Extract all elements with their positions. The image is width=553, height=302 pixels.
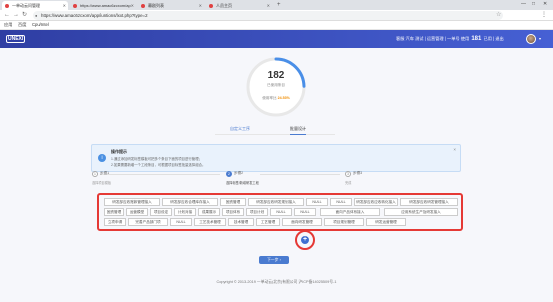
step-number: 1 [92, 171, 98, 177]
close-tab-icon[interactable]: ✕ [131, 1, 134, 10]
bookmarks-bar: 应用 百度 Cpu/Intel [0, 21, 553, 30]
browser-menu-icon[interactable]: ⋮ [541, 11, 547, 20]
url-input[interactable]: ● https://www.amac6zcxom/app/iuntions/lx… [33, 11, 503, 20]
tip-line: 1.通过添加研发标签模板可把多个条目下面的项目进行管理； [111, 157, 202, 161]
close-icon[interactable]: × [453, 147, 456, 152]
tag-chip[interactable]: 研发部应收应收转化接入 [354, 198, 398, 206]
usage-count-label: 已使用条目 [267, 83, 285, 87]
tag-chip[interactable]: 工艺技术管理 [194, 218, 226, 226]
browser-tab-1[interactable]: 一单动云问管理 ✕ [2, 1, 68, 10]
user-info: 客服 汽车 测试 | 运营管理 | 一单号 使用 181 已用 | 退出 [396, 30, 504, 48]
tag-chip[interactable]: 研发部应收账款管理接入 [104, 198, 160, 206]
tag-chip[interactable]: 技术管理 [228, 218, 254, 226]
close-window-button[interactable]: ✕ [543, 0, 547, 9]
user-count: 181 [471, 36, 482, 42]
bookmark-cpu[interactable]: Cpu/Intel [32, 21, 49, 29]
usage-count: 182 [267, 70, 285, 81]
tip-line: 2.如果需要新增一个工段条目，可根据项目标签批量选择组合。 [111, 163, 206, 167]
step-label: 步骤3 [353, 171, 363, 175]
bookmark-baidu[interactable]: 百度 [18, 21, 26, 29]
minimize-button[interactable]: — [521, 0, 526, 9]
step-number: 3 [345, 171, 351, 177]
tag-chip[interactable]: 项目设定 [150, 208, 172, 216]
avatar[interactable] [526, 34, 536, 44]
tag-chip[interactable]: 固资管理 [220, 198, 246, 206]
next-step-button[interactable]: 下一步 › [259, 256, 289, 264]
browser-tab-bar: 一单动云问管理 ✕ https://www.amac6zcxom/ap ✕ 幕剧… [0, 0, 553, 10]
browser-tab-title: 幕剧列表 [148, 3, 164, 8]
back-icon[interactable]: ← [4, 11, 10, 20]
step-desc: 选择标签/新增研发工段 [226, 181, 259, 185]
step-connector [100, 174, 220, 175]
tag-chip[interactable]: 完善产品部门项 [128, 218, 168, 226]
tag-chip[interactable]: 项目规划管理 [324, 218, 364, 226]
url-text: https://www.amac6zcxom/app/iuntions/lxxt… [41, 13, 148, 18]
tab-divider [215, 134, 335, 135]
browser-tab-2[interactable]: https://www.amac6zcxom/ap ✕ [70, 1, 136, 10]
tag-chip[interactable]: 研发部应收研发管理接入 [400, 198, 458, 206]
tag-chip[interactable]: 运营模型 [126, 208, 148, 216]
tag-chip[interactable]: 面向研发管理 [282, 218, 322, 226]
tag-chip[interactable]: 项目计划 [246, 208, 268, 216]
copyright-footer: Copyright © 2013-2019 一单动云(北京)有限公司 沪ICP备… [216, 280, 337, 284]
browser-tab-4[interactable]: 人员主页 ✕ [206, 1, 272, 10]
chevron-down-icon[interactable]: ▾ [539, 36, 541, 41]
browser-tab-title: 人员主页 [216, 3, 232, 8]
tag-chip[interactable]: NULL [294, 208, 316, 216]
address-bar-row: ← → ↻ ● https://www.amac6zcxom/app/iunti… [0, 10, 553, 21]
browser-tab-title: https://www.amac6zcxom/ap [80, 3, 131, 8]
step-desc: 选择项目模板 [92, 181, 112, 185]
tag-chip[interactable]: 研发部应收合理库存接入 [162, 198, 218, 206]
step-number: 2 [226, 171, 232, 177]
tag-chip[interactable]: NULL [270, 208, 292, 216]
tag-chip[interactable]: 工艺管理 [256, 218, 280, 226]
tag-chip[interactable]: NULL [170, 218, 192, 226]
bookmark-star-icon[interactable]: ☆ [496, 11, 501, 20]
add-tag-button[interactable]: + [301, 236, 309, 244]
close-tab-icon[interactable]: ✕ [199, 1, 202, 10]
tag-chip[interactable]: 成果展示 [198, 208, 220, 216]
tag-chip[interactable]: 研发运营管理 [366, 218, 406, 226]
tag-chip[interactable]: 研发部应收研发规划接入 [248, 198, 304, 206]
app-header: UNEXI 客服 汽车 测试 | 运营管理 | 一单号 使用 181 已用 | … [0, 30, 553, 48]
tag-chip[interactable]: 应用系统生产及研发接入 [384, 208, 458, 216]
tag-chip[interactable]: 面向产品体系接入 [320, 208, 380, 216]
usage-percent-label: 使用率比 [262, 96, 277, 100]
reload-icon[interactable]: ↻ [22, 11, 27, 20]
maximize-button[interactable]: □ [532, 0, 535, 9]
browser-tab-title: 一单动云问管理 [12, 3, 40, 8]
user-info-prefix: 客服 汽车 测试 | 运营管理 | 一单号 使用 [396, 36, 470, 41]
usage-percent: 使用率比 24.53% [245, 96, 307, 101]
forward-icon[interactable]: → [13, 11, 19, 20]
app-logo[interactable]: UNEXI [6, 35, 26, 43]
browser-tab-3[interactable]: 幕剧列表 ✕ [138, 1, 204, 10]
close-tab-icon[interactable]: ✕ [267, 1, 270, 10]
site-favicon-icon [209, 4, 213, 8]
new-tab-button[interactable]: + [277, 1, 281, 9]
site-favicon-icon [5, 4, 9, 8]
tag-chip[interactable]: 计划对接 [174, 208, 196, 216]
tab-custom-process[interactable]: 自定义工序 [230, 126, 250, 132]
tag-chip[interactable]: NULL [306, 198, 328, 206]
tag-chip[interactable]: 项目体系 [222, 208, 244, 216]
tip-title: 操作提示 [111, 149, 127, 154]
close-tab-icon[interactable]: ✕ [63, 1, 66, 10]
tag-chip[interactable]: NULL [330, 198, 352, 206]
bookmark-apps[interactable]: 应用 [4, 21, 12, 29]
tag-chip[interactable]: 固资管理 [104, 208, 124, 216]
lock-icon: ● [35, 13, 38, 18]
step-label: 步骤1 [100, 171, 110, 175]
operation-tip: i 操作提示 1.通过添加研发标签模板可把多个条目下面的项目进行管理； 2.如果… [91, 144, 461, 172]
site-favicon-icon [73, 4, 77, 8]
site-favicon-icon [141, 4, 145, 8]
step-connector [260, 174, 340, 175]
tab-batch-design[interactable]: 批量设计 [290, 126, 306, 135]
info-icon: i [98, 154, 106, 162]
step-label: 步骤2 [234, 171, 244, 175]
user-info-suffix[interactable]: 已用 | 退出 [484, 36, 504, 41]
usage-percent-value: 24.53% [277, 96, 290, 100]
step-desc: 完成 [345, 181, 352, 185]
tag-chip[interactable]: 立项申请 [104, 218, 126, 226]
